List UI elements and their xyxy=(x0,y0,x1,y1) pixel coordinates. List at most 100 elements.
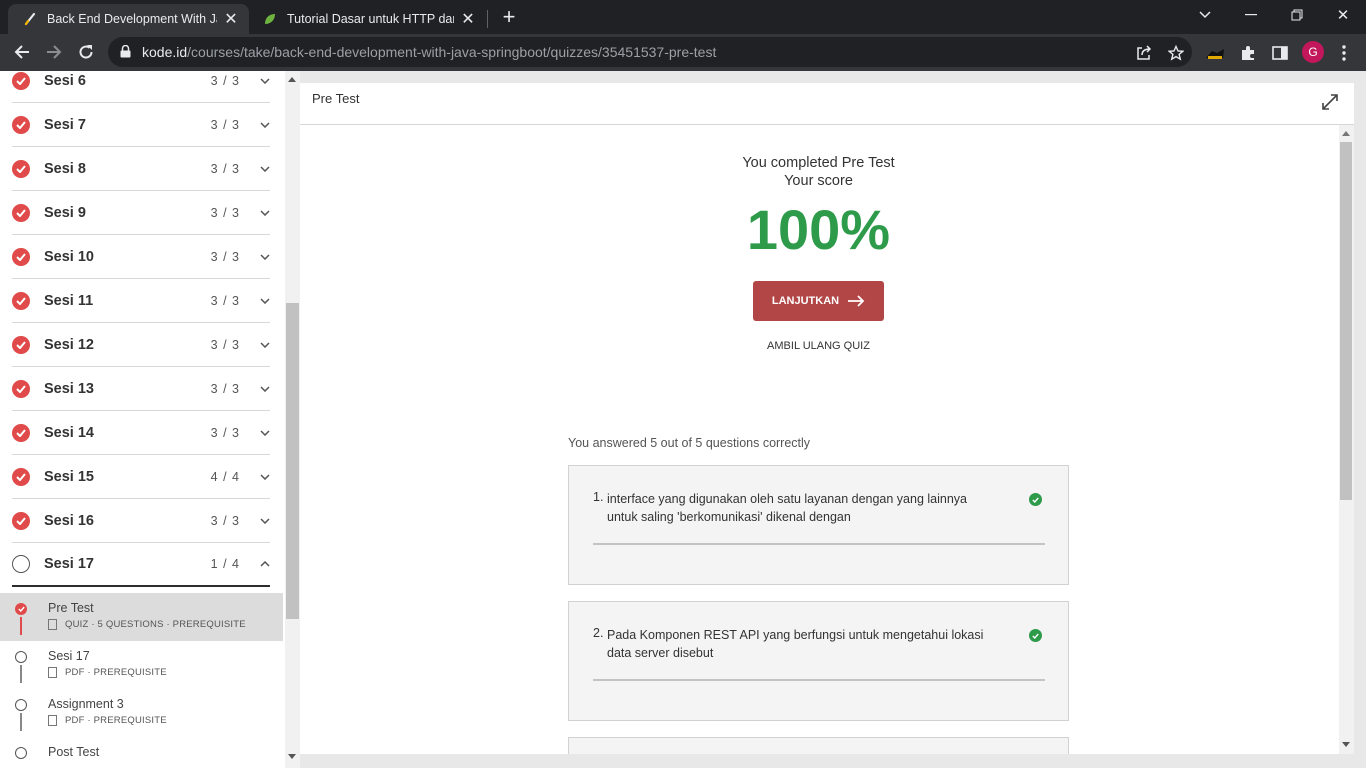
session-label: Sesi 14 xyxy=(44,424,94,441)
session-progress: 3 / 3 xyxy=(210,513,240,528)
sidebar-scrollbar-thumb[interactable] xyxy=(286,303,299,619)
chevron-down-icon[interactable] xyxy=(240,121,270,128)
lesson-pre-test[interactable]: Pre Test QUIZ · 5 QUESTIONS · PREREQUISI… xyxy=(0,593,283,641)
divider xyxy=(593,543,1045,545)
progress-connector xyxy=(20,617,22,635)
continue-button[interactable]: LANJUTKAN xyxy=(753,281,884,321)
minimize-icon[interactable] xyxy=(1228,0,1274,30)
session-label: Sesi 11 xyxy=(44,292,94,309)
sidebar-item-sesi-14[interactable]: Sesi 14 3 / 3 xyxy=(12,411,270,455)
side-panel-icon[interactable] xyxy=(1269,42,1291,64)
extensions-puzzle-icon[interactable] xyxy=(1237,42,1259,64)
sidebar-item-sesi-6[interactable]: Sesi 6 3 / 3 xyxy=(12,71,270,103)
menu-kebab-icon[interactable] xyxy=(1333,42,1355,64)
check-circle-icon xyxy=(12,71,30,90)
completed-message: You completed Pre Test xyxy=(742,155,895,171)
empty-circle-icon xyxy=(15,747,27,759)
page-title: Pre Test xyxy=(312,91,360,106)
sidebar-item-sesi-12[interactable]: Sesi 12 3 / 3 xyxy=(12,323,270,367)
empty-circle-icon xyxy=(15,699,27,711)
session-label: Sesi 16 xyxy=(44,512,94,529)
fullscreen-expand-icon[interactable] xyxy=(1320,92,1340,112)
chevron-down-icon[interactable] xyxy=(240,429,270,436)
chevron-down-icon[interactable] xyxy=(240,473,270,480)
progress-connector xyxy=(20,713,22,731)
chevron-down-icon[interactable] xyxy=(240,297,270,304)
correct-check-icon xyxy=(1029,493,1042,506)
sidebar-item-sesi-8[interactable]: Sesi 8 3 / 3 xyxy=(12,147,270,191)
check-circle-icon xyxy=(12,115,30,134)
chevron-down-icon[interactable] xyxy=(240,517,270,524)
share-icon[interactable] xyxy=(1135,44,1153,62)
address-bar[interactable]: kode.id/courses/take/back-end-developmen… xyxy=(108,37,1192,67)
chevron-down-icon[interactable] xyxy=(240,385,270,392)
new-tab-icon[interactable]: + xyxy=(498,4,520,30)
check-circle-icon xyxy=(12,291,30,310)
scroll-down-arrow-icon[interactable] xyxy=(288,754,296,760)
quiz-header: Pre Test xyxy=(300,83,1354,125)
sidebar-item-sesi-9[interactable]: Sesi 9 3 / 3 xyxy=(12,191,270,235)
session-progress: 3 / 3 xyxy=(210,425,240,440)
sidebar-item-sesi-17[interactable]: Sesi 17 1 / 4 xyxy=(12,543,270,587)
question-card[interactable]: 1. interface yang digunakan oleh satu la… xyxy=(568,465,1069,585)
document-icon xyxy=(48,667,57,678)
close-tab-icon[interactable]: ✕ xyxy=(223,9,239,29)
lock-icon[interactable] xyxy=(120,44,131,63)
tab-tutorial-http-rest[interactable]: Tutorial Dasar untuk HTTP dan REST ✕ xyxy=(248,4,486,34)
check-circle-icon xyxy=(12,247,30,266)
spring-leaf-icon xyxy=(262,11,278,27)
check-circle-icon xyxy=(12,203,30,222)
chevron-down-icon[interactable] xyxy=(240,341,270,348)
bookmark-star-icon[interactable] xyxy=(1167,44,1185,62)
main-scrollbar-thumb[interactable] xyxy=(1340,142,1352,500)
lesson-title: Assignment 3 xyxy=(48,697,124,711)
tab-strip: Back End Development With Java ✕ Tutoria… xyxy=(0,0,1366,34)
session-progress: 3 / 3 xyxy=(210,205,240,220)
session-label: Sesi 6 xyxy=(44,72,86,89)
reload-icon[interactable] xyxy=(73,39,99,65)
session-progress: 3 / 3 xyxy=(210,337,240,352)
scroll-up-arrow-icon[interactable] xyxy=(1342,130,1350,136)
scroll-up-arrow-icon[interactable] xyxy=(288,76,296,82)
chevron-down-icon[interactable] xyxy=(240,209,270,216)
session-label: Sesi 15 xyxy=(44,468,94,485)
session-label: Sesi 7 xyxy=(44,116,86,133)
session-label: Sesi 17 xyxy=(44,556,94,572)
retake-quiz-link[interactable]: AMBIL ULANG QUIZ xyxy=(300,340,1337,352)
sidebar-item-sesi-13[interactable]: Sesi 13 3 / 3 xyxy=(12,367,270,411)
question-card[interactable]: 2. Pada Komponen REST API yang berfungsi… xyxy=(568,601,1069,721)
extension-icon[interactable] xyxy=(1204,42,1226,64)
profile-avatar[interactable]: G xyxy=(1302,41,1324,63)
back-arrow-icon[interactable] xyxy=(9,39,35,65)
session-progress: 3 / 3 xyxy=(210,117,240,132)
sidebar-item-sesi-10[interactable]: Sesi 10 3 / 3 xyxy=(12,235,270,279)
chevron-down-icon[interactable] xyxy=(240,77,270,84)
document-icon xyxy=(48,619,57,630)
empty-circle-icon xyxy=(12,555,30,573)
check-circle-icon xyxy=(12,423,30,442)
sidebar-item-sesi-15[interactable]: Sesi 15 4 / 4 xyxy=(12,455,270,499)
check-circle-icon xyxy=(12,335,30,354)
kode-favicon-icon xyxy=(22,11,38,27)
session-label: Sesi 8 xyxy=(44,160,86,177)
sidebar-item-sesi-7[interactable]: Sesi 7 3 / 3 xyxy=(12,103,270,147)
lesson-sesi-17[interactable]: Sesi 17 PDF · PREREQUISITE xyxy=(0,641,283,689)
chevron-down-icon[interactable] xyxy=(240,165,270,172)
scroll-down-arrow-icon[interactable] xyxy=(1342,742,1350,748)
sidebar-item-sesi-16[interactable]: Sesi 16 3 / 3 xyxy=(12,499,270,543)
check-circle-icon xyxy=(12,511,30,530)
sidebar-item-sesi-11[interactable]: Sesi 11 3 / 3 xyxy=(12,279,270,323)
restore-icon[interactable] xyxy=(1274,0,1320,30)
lesson-title: Pre Test xyxy=(48,601,94,615)
close-tab-icon[interactable]: ✕ xyxy=(460,9,476,29)
chevron-up-icon[interactable] xyxy=(240,561,270,567)
lesson-post-test[interactable]: Post Test xyxy=(0,737,283,768)
lesson-assignment-3[interactable]: Assignment 3 PDF · PREREQUISITE xyxy=(0,689,283,737)
tab-back-end-development[interactable]: Back End Development With Java ✕ xyxy=(8,4,249,34)
chevron-down-icon[interactable] xyxy=(240,253,270,260)
course-sidebar: Sesi 6 3 / 3 Sesi 7 3 / 3 Sesi 8 3 / 3 S… xyxy=(0,71,300,768)
question-text: Pada Komponen REST API yang berfungsi un… xyxy=(607,628,984,660)
close-window-icon[interactable]: ✕ xyxy=(1320,0,1366,30)
forward-arrow-icon[interactable] xyxy=(41,39,67,65)
tab-search-icon[interactable] xyxy=(1182,0,1228,30)
